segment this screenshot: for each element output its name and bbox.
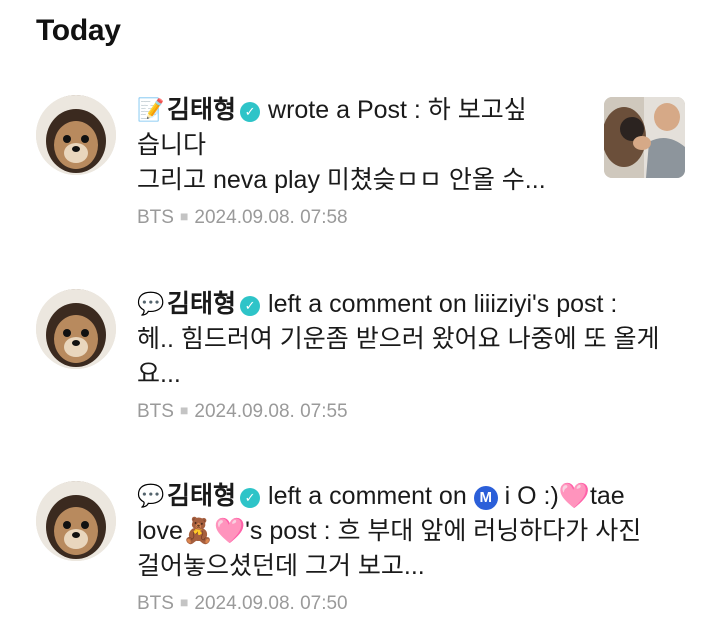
separator-dot: ■ xyxy=(179,594,189,610)
speech-bubble-icon: 💬 xyxy=(137,291,165,316)
section-title: Today xyxy=(36,14,121,47)
notification-meta: BTS ■ 2024.09.08. 07:58 xyxy=(137,202,587,232)
user-name[interactable]: 김태형 xyxy=(167,96,236,124)
notification-text: wrote a Post : 하 보고싶 xyxy=(268,96,527,124)
avatar[interactable] xyxy=(36,481,116,561)
verified-badge-icon: ✓ xyxy=(240,296,261,316)
separator-dot: ■ xyxy=(179,402,189,418)
avatar[interactable] xyxy=(36,95,116,175)
timestamp: 2024.09.08. 07:55 xyxy=(194,401,348,422)
notification-text: left a comment on liiiziyi's post : xyxy=(268,290,618,318)
notifications-feed: Today 📝 김태형 ✓ wrote a Post : 하 보고싶 습니다 그리고 … xyxy=(0,0,720,627)
avatar[interactable] xyxy=(36,289,116,369)
user-name[interactable]: 김태형 xyxy=(167,482,236,510)
notification-content: 📝 김태형 ✓ wrote a Post : 하 보고싶 습니다 그리고 neva p… xyxy=(137,92,587,232)
notification-text: 's post : 흐 부대 앞에 러닝하다가 사진 xyxy=(245,517,642,545)
notification-text: tae xyxy=(589,482,625,510)
memo-icon: 📝 xyxy=(137,97,165,122)
separator-dot: ■ xyxy=(179,208,189,224)
notification-content: 💬 김태형 ✓ left a comment on liiiziyi's post :… xyxy=(137,286,687,426)
notification-text: love xyxy=(137,517,183,545)
verified-badge-icon: ✓ xyxy=(240,488,261,508)
verified-badge-icon: ✓ xyxy=(240,102,261,122)
post-thumbnail[interactable] xyxy=(604,97,685,178)
timestamp: 2024.09.08. 07:58 xyxy=(194,207,348,228)
heart-icon: 🩷 xyxy=(214,517,246,545)
notification-text-line: 요... xyxy=(137,360,181,388)
group-name: BTS xyxy=(137,593,174,614)
teddy-bear-icon: 🧸 xyxy=(182,517,215,545)
heart-icon: 🩷 xyxy=(558,482,590,510)
notification-content: 💬 김태형 ✓ left a comment on M i O :)🩷tae love… xyxy=(137,478,687,618)
timestamp: 2024.09.08. 07:50 xyxy=(194,593,348,614)
notification-text-line: 걸어놓으셨던데 그거 보고... xyxy=(137,552,425,580)
user-name[interactable]: 김태형 xyxy=(167,290,236,318)
mentioned-user-text: i O :) xyxy=(504,482,559,510)
speech-bubble-icon: 💬 xyxy=(137,483,165,508)
notification-text-line: 그리고 neva play 미쳤슺ㅁㅁ 안올 수... xyxy=(137,166,546,194)
notification-text: left a comment on xyxy=(268,482,467,510)
notification-meta: BTS ■ 2024.09.08. 07:55 xyxy=(137,396,687,426)
notification-text-line: 습니다 xyxy=(137,131,207,159)
notification-meta: BTS ■ 2024.09.08. 07:50 xyxy=(137,588,687,618)
notification-text-line: 헤.. 힘드러여 기운좀 받으러 왔어요 나중에 또 올게 xyxy=(137,325,660,353)
m-badge-icon: M xyxy=(473,486,498,510)
group-name: BTS xyxy=(137,207,174,228)
group-name: BTS xyxy=(137,401,174,422)
